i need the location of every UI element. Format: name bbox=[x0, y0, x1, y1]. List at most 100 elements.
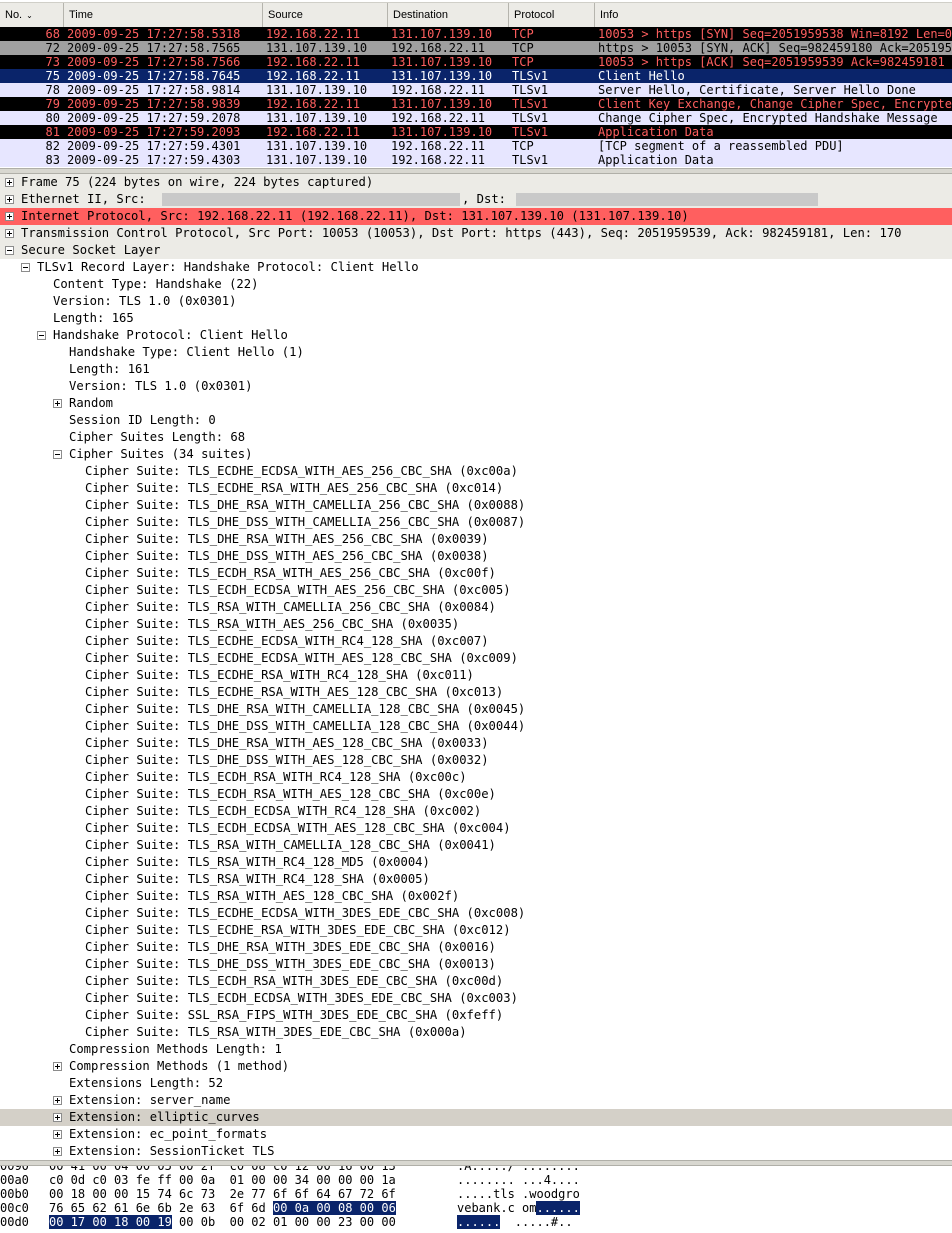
tree-row[interactable]: Secure Socket Layer bbox=[0, 242, 952, 259]
tree-row[interactable]: Cipher Suite: TLS_ECDHE_RSA_WITH_AES_256… bbox=[0, 480, 952, 497]
tree-row[interactable]: Frame 75 (224 bytes on wire, 224 bytes c… bbox=[0, 174, 952, 191]
tree-row[interactable]: Cipher Suite: TLS_RSA_WITH_RC4_128_MD5 (… bbox=[0, 854, 952, 871]
tree-row[interactable]: Extension: server_name bbox=[0, 1092, 952, 1109]
tree-row[interactable]: Cipher Suite: TLS_DHE_RSA_WITH_3DES_EDE_… bbox=[0, 939, 952, 956]
tree-row[interactable]: Session ID Length: 0 bbox=[0, 412, 952, 429]
collapse-icon[interactable] bbox=[5, 246, 14, 255]
collapse-icon[interactable] bbox=[37, 331, 46, 340]
tree-row[interactable]: Transmission Control Protocol, Src Port:… bbox=[0, 225, 952, 242]
hex-row[interactable]: 00d0 00 17 00 18 00 19 00 0b 00 02 01 00 … bbox=[0, 1215, 952, 1229]
tree-row[interactable]: TLSv1 Record Layer: Handshake Protocol: … bbox=[0, 259, 952, 276]
tree-row[interactable]: Cipher Suite: TLS_DHE_RSA_WITH_CAMELLIA_… bbox=[0, 497, 952, 514]
tree-row[interactable]: Cipher Suite: TLS_RSA_WITH_CAMELLIA_256_… bbox=[0, 599, 952, 616]
expand-icon[interactable] bbox=[53, 1062, 62, 1071]
packet-row[interactable]: 72 2009-09-25 17:27:58.7565 131.107.139.10… bbox=[0, 41, 952, 55]
tree-row[interactable]: Ethernet II, Src: , Dst: bbox=[0, 191, 952, 208]
packet-row[interactable]: 81 2009-09-25 17:27:59.2093 192.168.22.11 1… bbox=[0, 125, 952, 139]
tree-row[interactable]: Cipher Suite: TLS_RSA_WITH_RC4_128_SHA (… bbox=[0, 871, 952, 888]
tree-item-label: Cipher Suite: TLS_ECDHE_RSA_WITH_RC4_128… bbox=[85, 668, 474, 682]
column-destination[interactable]: Destination bbox=[388, 3, 509, 27]
tree-row[interactable]: Cipher Suite: TLS_ECDH_RSA_WITH_3DES_EDE… bbox=[0, 973, 952, 990]
tree-row[interactable]: Cipher Suite: TLS_ECDHE_ECDSA_WITH_RC4_1… bbox=[0, 633, 952, 650]
collapse-icon[interactable] bbox=[53, 450, 62, 459]
packet-row[interactable]: 83 2009-09-25 17:27:59.4303 131.107.139.10… bbox=[0, 153, 952, 167]
tree-row[interactable]: Cipher Suite: TLS_DHE_DSS_WITH_3DES_EDE_… bbox=[0, 956, 952, 973]
tree-row[interactable]: Extension: ec_point_formats bbox=[0, 1126, 952, 1143]
tree-row[interactable]: Cipher Suite: TLS_ECDH_ECDSA_WITH_AES_12… bbox=[0, 820, 952, 837]
tree-row[interactable]: Cipher Suite: SSL_RSA_FIPS_WITH_3DES_EDE… bbox=[0, 1007, 952, 1024]
tree-row[interactable]: Cipher Suite: TLS_RSA_WITH_AES_256_CBC_S… bbox=[0, 616, 952, 633]
hex-row[interactable]: 00b0 00 18 00 00 15 74 6c 73 2e 77 6f 6f … bbox=[0, 1187, 952, 1201]
packet-row[interactable]: 78 2009-09-25 17:27:58.9814 131.107.139.10… bbox=[0, 83, 952, 97]
tree-row[interactable]: Cipher Suite: TLS_DHE_RSA_WITH_AES_256_C… bbox=[0, 531, 952, 548]
tree-row[interactable]: Cipher Suite: TLS_ECDHE_RSA_WITH_RC4_128… bbox=[0, 667, 952, 684]
tree-row[interactable]: Cipher Suite: TLS_DHE_DSS_WITH_AES_128_C… bbox=[0, 752, 952, 769]
tree-row[interactable]: Length: 165 bbox=[0, 310, 952, 327]
tree-item-label: Cipher Suite: TLS_ECDHE_RSA_WITH_AES_256… bbox=[85, 481, 504, 495]
tree-row[interactable]: Cipher Suite: TLS_ECDH_ECDSA_WITH_RC4_12… bbox=[0, 803, 952, 820]
tree-row[interactable]: Cipher Suite: TLS_ECDHE_RSA_WITH_3DES_ED… bbox=[0, 922, 952, 939]
expand-icon[interactable] bbox=[5, 212, 14, 221]
collapse-icon[interactable] bbox=[21, 263, 30, 272]
tree-row[interactable]: Cipher Suite: TLS_RSA_WITH_3DES_EDE_CBC_… bbox=[0, 1024, 952, 1041]
tree-row[interactable]: Compression Methods Length: 1 bbox=[0, 1041, 952, 1058]
tree-row[interactable]: Length: 161 bbox=[0, 361, 952, 378]
tree-row[interactable]: Cipher Suite: TLS_DHE_DSS_WITH_AES_256_C… bbox=[0, 548, 952, 565]
hex-ascii: ...... .....#.. bbox=[457, 1215, 573, 1229]
tree-row[interactable]: Version: TLS 1.0 (0x0301) bbox=[0, 293, 952, 310]
hex-row[interactable]: 00c0 76 65 62 61 6e 6b 2e 63 6f 6d 00 0a … bbox=[0, 1201, 952, 1215]
tree-row[interactable]: Handshake Protocol: Client Hello bbox=[0, 327, 952, 344]
tree-row[interactable]: Cipher Suite: TLS_ECDH_ECDSA_WITH_3DES_E… bbox=[0, 990, 952, 1007]
expand-icon[interactable] bbox=[53, 1130, 62, 1139]
hex-row[interactable]: 0090 00 41 00 04 00 05 00 2f c0 08 c0 12 … bbox=[0, 1166, 952, 1173]
hex-row[interactable]: 00a0 c0 0d c0 03 fe ff 00 0a 01 00 00 34 … bbox=[0, 1173, 952, 1187]
column-no[interactable]: No. ⌄ bbox=[0, 3, 64, 27]
tree-row[interactable]: Internet Protocol, Src: 192.168.22.11 (1… bbox=[0, 208, 952, 225]
tree-row[interactable]: Cipher Suites (34 suites) bbox=[0, 446, 952, 463]
packet-row[interactable]: 73 2009-09-25 17:27:58.7566 192.168.22.11 1… bbox=[0, 55, 952, 69]
tree-row[interactable]: Cipher Suite: TLS_RSA_WITH_CAMELLIA_128_… bbox=[0, 837, 952, 854]
tree-row[interactable]: Compression Methods (1 method) bbox=[0, 1058, 952, 1075]
packet-protocol: TCP bbox=[512, 55, 534, 69]
packet-row[interactable]: 75 2009-09-25 17:27:58.7645 192.168.22.11 1… bbox=[0, 69, 952, 83]
packet-row[interactable]: 68 2009-09-25 17:27:58.5318 192.168.22.11 1… bbox=[0, 27, 952, 41]
tree-row[interactable]: Cipher Suite: TLS_DHE_RSA_WITH_CAMELLIA_… bbox=[0, 701, 952, 718]
column-time[interactable]: Time bbox=[64, 3, 263, 27]
tree-row[interactable]: Cipher Suite: TLS_DHE_DSS_WITH_CAMELLIA_… bbox=[0, 718, 952, 735]
tree-row[interactable]: Cipher Suite: TLS_ECDH_ECDSA_WITH_AES_25… bbox=[0, 582, 952, 599]
expand-icon[interactable] bbox=[53, 1096, 62, 1105]
packet-destination: 131.107.139.10 bbox=[391, 55, 493, 69]
tree-row[interactable]: Version: TLS 1.0 (0x0301) bbox=[0, 378, 952, 395]
tree-row[interactable]: Content Type: Handshake (22) bbox=[0, 276, 952, 293]
tree-row[interactable]: Cipher Suite: TLS_ECDH_RSA_WITH_AES_128_… bbox=[0, 786, 952, 803]
tree-row[interactable]: Cipher Suite: TLS_DHE_DSS_WITH_CAMELLIA_… bbox=[0, 514, 952, 531]
expand-icon[interactable] bbox=[53, 1113, 62, 1122]
tree-row[interactable]: Extensions Length: 52 bbox=[0, 1075, 952, 1092]
packet-row[interactable]: 82 2009-09-25 17:27:59.4301 131.107.139.10… bbox=[0, 139, 952, 153]
tree-item-label: Version: TLS 1.0 (0x0301) bbox=[69, 379, 253, 393]
tree-row[interactable]: Extension: elliptic_curves bbox=[0, 1109, 952, 1126]
column-protocol[interactable]: Protocol bbox=[509, 3, 595, 27]
packet-row[interactable]: 80 2009-09-25 17:27:59.2078 131.107.139.10… bbox=[0, 111, 952, 125]
tree-row[interactable]: Cipher Suite: TLS_ECDHE_RSA_WITH_AES_128… bbox=[0, 684, 952, 701]
tree-row[interactable]: Extension: SessionTicket TLS bbox=[0, 1143, 952, 1160]
column-info[interactable]: Info bbox=[595, 3, 952, 27]
expand-icon[interactable] bbox=[5, 229, 14, 238]
expand-icon[interactable] bbox=[5, 178, 14, 187]
expand-icon[interactable] bbox=[5, 195, 14, 204]
tree-row[interactable]: Cipher Suite: TLS_RSA_WITH_AES_128_CBC_S… bbox=[0, 888, 952, 905]
packet-row[interactable]: 79 2009-09-25 17:27:58.9839 192.168.22.11 1… bbox=[0, 97, 952, 111]
tree-row[interactable]: Cipher Suite: TLS_ECDHE_ECDSA_WITH_AES_1… bbox=[0, 650, 952, 667]
expand-icon[interactable] bbox=[53, 399, 62, 408]
tree-row[interactable]: Cipher Suite: TLS_ECDHE_ECDSA_WITH_AES_2… bbox=[0, 463, 952, 480]
tree-row[interactable]: Cipher Suite: TLS_ECDHE_ECDSA_WITH_3DES_… bbox=[0, 905, 952, 922]
tree-row[interactable]: Random bbox=[0, 395, 952, 412]
tree-row[interactable]: Handshake Type: Client Hello (1) bbox=[0, 344, 952, 361]
expand-icon[interactable] bbox=[53, 1147, 62, 1156]
tree-row[interactable]: Cipher Suites Length: 68 bbox=[0, 429, 952, 446]
tree-row[interactable]: Cipher Suite: TLS_DHE_RSA_WITH_AES_128_C… bbox=[0, 735, 952, 752]
tree-row[interactable]: Cipher Suite: TLS_ECDH_RSA_WITH_AES_256_… bbox=[0, 565, 952, 582]
packet-destination: 192.168.22.11 bbox=[391, 83, 485, 97]
column-source[interactable]: Source bbox=[263, 3, 388, 27]
tree-row[interactable]: Cipher Suite: TLS_ECDH_RSA_WITH_RC4_128_… bbox=[0, 769, 952, 786]
